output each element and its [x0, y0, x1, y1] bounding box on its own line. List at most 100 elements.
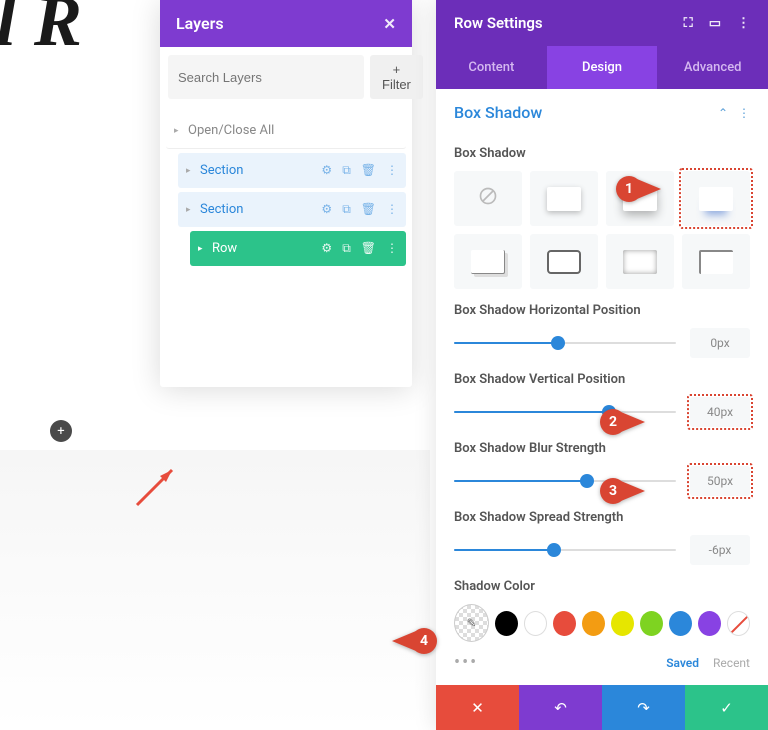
- layer-label: Section: [200, 202, 321, 217]
- settings-tabs: Content Design Advanced: [436, 46, 768, 89]
- gear-icon[interactable]: ⚙: [321, 241, 332, 256]
- swatch-yellow[interactable]: [611, 611, 634, 636]
- search-input[interactable]: [168, 55, 364, 99]
- expand-icon[interactable]: ⛶: [684, 16, 693, 31]
- slider-value[interactable]: 40px: [690, 397, 750, 427]
- saved-tab[interactable]: Saved: [666, 656, 699, 670]
- slider-label: Box Shadow Horizontal Position: [454, 303, 750, 318]
- slider-value[interactable]: -6px: [690, 535, 750, 565]
- callout-badge: 3: [600, 478, 626, 504]
- tab-design[interactable]: Design: [547, 46, 658, 89]
- duplicate-icon[interactable]: ⧉: [342, 241, 351, 256]
- recent-tab[interactable]: Recent: [713, 656, 750, 670]
- swatch-red[interactable]: [553, 611, 576, 636]
- ban-icon: [478, 186, 498, 212]
- swatch-purple[interactable]: [698, 611, 721, 636]
- callout-badge: 1: [616, 176, 642, 202]
- chevron-right-icon: ▸: [186, 166, 196, 176]
- cancel-button[interactable]: ✕: [436, 685, 519, 730]
- close-icon[interactable]: ✕: [383, 15, 396, 33]
- preset-shadow-3[interactable]: [682, 171, 750, 226]
- more-icon[interactable]: ⋮: [386, 241, 398, 256]
- callout-badge: 2: [600, 409, 626, 435]
- header-icons: ⛶ ▭ ⋮: [684, 16, 750, 31]
- gear-icon[interactable]: ⚙: [321, 202, 332, 217]
- swatch-white[interactable]: [524, 611, 547, 636]
- callout-1: 1: [616, 176, 661, 202]
- swatch-black[interactable]: [495, 611, 518, 636]
- slider-value[interactable]: 0px: [690, 328, 750, 358]
- trash-icon[interactable]: 🗑: [361, 202, 376, 217]
- settings-body: Box Shadow ⌃ ⋮ Box Shadow Box Shadow Hor…: [436, 89, 768, 685]
- duplicate-icon[interactable]: ⧉: [342, 202, 351, 217]
- preset-shadow-1[interactable]: [530, 171, 598, 226]
- swatch-footer: ••• Saved Recent: [454, 652, 750, 673]
- filter-button[interactable]: + Filter: [370, 55, 423, 99]
- trash-icon[interactable]: 🗑: [361, 241, 376, 256]
- layers-search-row: + Filter: [160, 47, 412, 107]
- swatch-transparent[interactable]: ✎: [454, 604, 489, 642]
- more-icon[interactable]: ⋮: [738, 106, 750, 120]
- more-icon[interactable]: ⋮: [737, 16, 750, 31]
- duplicate-icon[interactable]: ⧉: [342, 163, 351, 178]
- redo-button[interactable]: ↷: [602, 685, 685, 730]
- section-title[interactable]: Box Shadow ⌃ ⋮: [454, 103, 750, 132]
- footer-actions: ✕ ↶ ↷ ✓: [436, 685, 768, 730]
- layer-actions: ⚙ ⧉ 🗑 ⋮: [321, 202, 398, 217]
- background-text: al R: [0, 0, 82, 63]
- slider-spread[interactable]: -6px: [454, 535, 750, 565]
- tab-advanced[interactable]: Advanced: [657, 46, 768, 89]
- annotation-arrow: [132, 460, 182, 510]
- slider-horizontal[interactable]: 0px: [454, 328, 750, 358]
- color-swatches: ✎: [454, 604, 750, 642]
- layers-body: ▸ Open/Close All ▸ Section ⚙ ⧉ 🗑 ⋮ ▸ Sec…: [160, 107, 412, 387]
- chevron-up-icon[interactable]: ⌃: [718, 106, 728, 120]
- slider-label: Box Shadow Blur Strength: [454, 441, 750, 456]
- background-gradient: [0, 450, 430, 730]
- swatch-green[interactable]: [640, 611, 663, 636]
- undo-button[interactable]: ↶: [519, 685, 602, 730]
- layer-section[interactable]: ▸ Section ⚙ ⧉ 🗑 ⋮: [178, 153, 406, 188]
- trash-icon[interactable]: 🗑: [361, 163, 376, 178]
- chevron-right-icon: ▸: [174, 126, 184, 136]
- more-icon[interactable]: ⋮: [386, 202, 398, 217]
- swatch-orange[interactable]: [582, 611, 605, 636]
- eyedropper-icon: ✎: [467, 616, 477, 630]
- more-colors-icon[interactable]: •••: [454, 652, 478, 673]
- preset-shadow-4[interactable]: [454, 234, 522, 289]
- settings-title: Row Settings: [454, 14, 543, 32]
- slider-value[interactable]: 50px: [690, 466, 750, 496]
- more-icon[interactable]: ⋮: [386, 163, 398, 178]
- slider-label: Box Shadow Vertical Position: [454, 372, 750, 387]
- presets-label: Box Shadow: [454, 146, 750, 161]
- layers-panel: Layers ✕ + Filter ▸ Open/Close All ▸ Sec…: [160, 0, 412, 387]
- layer-label: Open/Close All: [188, 123, 398, 138]
- row-settings-panel: Row Settings ⛶ ▭ ⋮ Content Design Advanc…: [436, 0, 768, 730]
- swatch-blue[interactable]: [669, 611, 692, 636]
- layer-label: Section: [200, 163, 321, 178]
- layer-label: Row: [212, 241, 321, 256]
- callout-4: 4: [392, 628, 437, 654]
- layer-row-active[interactable]: ▸ Row ⚙ ⧉ 🗑 ⋮: [190, 231, 406, 266]
- layer-openclose[interactable]: ▸ Open/Close All: [166, 113, 406, 149]
- preset-shadow-5[interactable]: [530, 234, 598, 289]
- callout-2: 2: [600, 409, 645, 435]
- save-button[interactable]: ✓: [685, 685, 768, 730]
- shadow-presets: [454, 171, 750, 289]
- shadow-color-label: Shadow Color: [454, 579, 750, 594]
- layer-section[interactable]: ▸ Section ⚙ ⧉ 🗑 ⋮: [178, 192, 406, 227]
- settings-header: Row Settings ⛶ ▭ ⋮: [436, 0, 768, 46]
- layer-actions: ⚙ ⧉ 🗑 ⋮: [321, 241, 398, 256]
- section-title-text: Box Shadow: [454, 103, 542, 122]
- callout-badge: 4: [411, 628, 437, 654]
- preset-shadow-7[interactable]: [682, 234, 750, 289]
- swatch-none[interactable]: [727, 611, 750, 636]
- tab-content[interactable]: Content: [436, 46, 547, 89]
- gear-icon[interactable]: ⚙: [321, 163, 332, 178]
- preset-none[interactable]: [454, 171, 522, 226]
- add-section-button[interactable]: +: [50, 420, 72, 442]
- chevron-right-icon: ▸: [198, 244, 208, 254]
- drag-icon[interactable]: ▭: [709, 16, 721, 31]
- preset-shadow-6[interactable]: [606, 234, 674, 289]
- layers-title: Layers: [176, 14, 224, 33]
